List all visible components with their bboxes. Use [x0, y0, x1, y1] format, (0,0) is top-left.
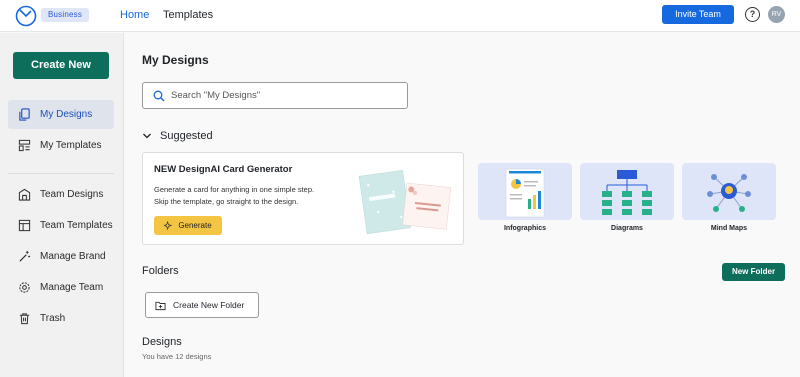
trash-icon	[17, 312, 31, 326]
designs-heading: Designs	[142, 336, 182, 348]
create-folder-label: Create New Folder	[173, 300, 245, 310]
designs-count: You have 12 designs	[142, 352, 212, 361]
sidebar-item-label: Trash	[40, 313, 66, 324]
page-title: My Designs	[142, 53, 209, 67]
help-icon[interactable]: ?	[745, 7, 760, 22]
sidebar-item-my-designs[interactable]: My Designs	[8, 100, 114, 129]
sidebar: Create New My Designs My Templates Team …	[0, 33, 124, 377]
sidebar-item-manage-team[interactable]: Manage Team	[8, 273, 114, 302]
folder-add-icon	[155, 301, 166, 310]
suggested-label: Suggested	[160, 130, 213, 142]
infographics-tile[interactable]	[478, 163, 572, 220]
card-preview-image	[358, 169, 452, 235]
infographic-icon	[505, 168, 545, 218]
generate-label: Generate	[178, 221, 212, 230]
card-generator-panel[interactable]: NEW DesignAI Card Generator Generate a c…	[142, 152, 464, 245]
diagrams-tile[interactable]	[580, 163, 674, 220]
sidebar-item-label: Team Designs	[40, 189, 104, 200]
magic-wand-icon	[17, 250, 31, 264]
diagram-icon	[602, 170, 652, 215]
sparkle-icon	[164, 221, 173, 230]
suggested-toggle[interactable]: Suggested	[142, 130, 213, 142]
team-templates-icon	[17, 219, 31, 233]
sidebar-divider	[8, 173, 114, 174]
new-folder-button[interactable]: New Folder	[722, 263, 785, 281]
sidebar-item-team-designs[interactable]: Team Designs	[8, 180, 114, 209]
gear-icon	[17, 281, 31, 295]
infographics-label: Infographics	[503, 225, 546, 232]
search-placeholder: Search "My Designs"	[171, 90, 261, 101]
card-generator-desc-2: Skip the template, go straight to the de…	[154, 197, 299, 206]
chevron-down-icon	[143, 133, 151, 139]
sidebar-item-manage-brand[interactable]: Manage Brand	[8, 242, 114, 271]
sidebar-item-label: My Templates	[40, 140, 102, 151]
generate-button[interactable]: Generate	[154, 216, 222, 235]
diagrams-label: Diagrams	[611, 225, 643, 232]
mind-map-icon	[707, 174, 751, 212]
mind-maps-tile[interactable]	[682, 163, 776, 220]
sidebar-item-label: Manage Team	[40, 282, 104, 293]
top-bar: Business Home Templates Invite Team ? RV	[0, 0, 800, 32]
search-icon	[153, 90, 165, 101]
nav-home[interactable]: Home	[120, 9, 149, 22]
sidebar-item-label: My Designs	[40, 109, 93, 120]
templates-icon	[17, 139, 31, 153]
avatar[interactable]: RV	[768, 6, 785, 23]
sidebar-item-label: Team Templates	[40, 220, 113, 231]
mind-maps-label: Mind Maps	[710, 225, 748, 232]
create-new-folder-button[interactable]: Create New Folder	[145, 292, 259, 318]
nav-templates[interactable]: Templates	[163, 9, 213, 22]
designs-icon	[17, 108, 31, 122]
sidebar-item-label: Manage Brand	[40, 251, 106, 262]
logo-icon[interactable]	[15, 5, 37, 27]
sidebar-item-my-templates[interactable]: My Templates	[8, 131, 114, 160]
sidebar-item-trash[interactable]: Trash	[8, 304, 114, 333]
folders-heading: Folders	[142, 265, 179, 277]
sidebar-item-team-templates[interactable]: Team Templates	[8, 211, 114, 240]
card-generator-desc-1: Generate a card for anything in one simp…	[154, 185, 315, 194]
create-new-button[interactable]: Create New	[13, 52, 109, 79]
invite-team-button[interactable]: Invite Team	[662, 5, 734, 24]
search-input[interactable]: Search "My Designs"	[142, 82, 408, 109]
plan-badge: Business	[41, 8, 89, 22]
card-generator-title: NEW DesignAI Card Generator	[154, 164, 293, 175]
team-designs-icon	[17, 188, 31, 202]
